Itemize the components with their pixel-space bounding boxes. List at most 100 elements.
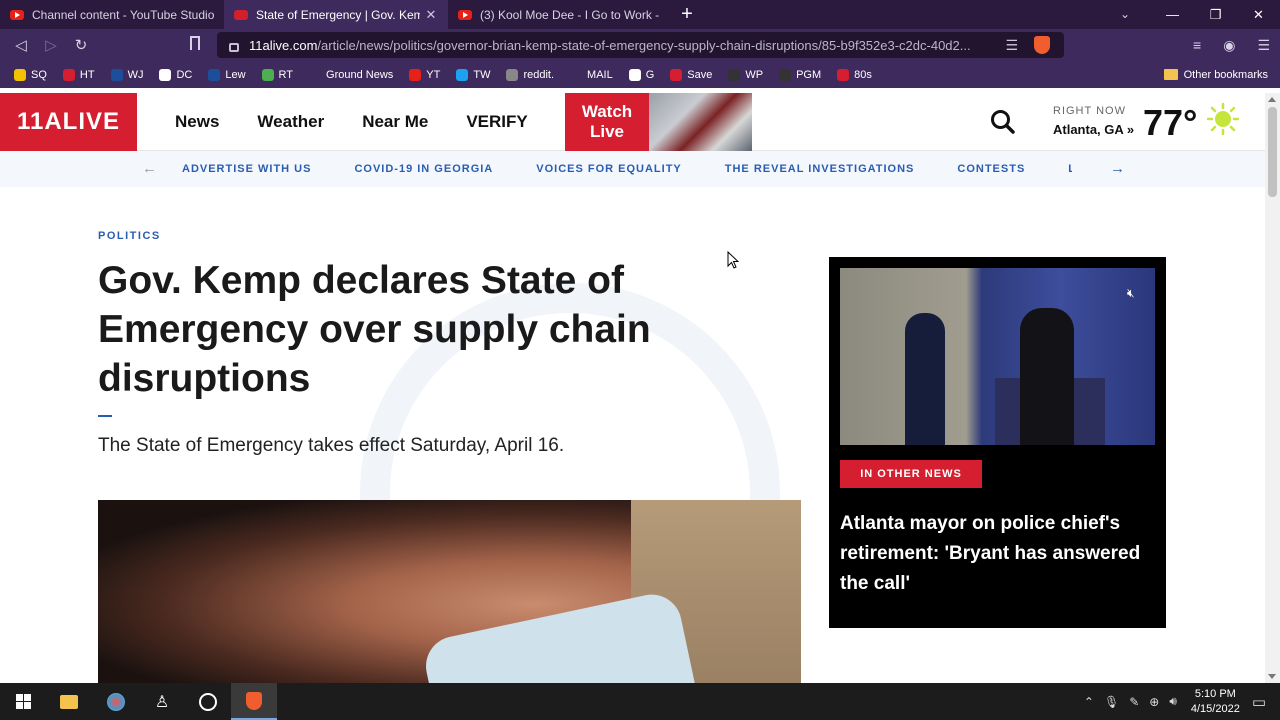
- url-path: /article/news/politics/governor-brian-ke…: [317, 37, 971, 53]
- bookmark-item[interactable]: WP: [728, 68, 763, 81]
- minimize-icon[interactable]: —: [1151, 0, 1194, 29]
- tab-youtube-studio[interactable]: Channel content - YouTube Studio: [0, 0, 224, 29]
- other-news-title[interactable]: Atlanta mayor on police chief's retireme…: [840, 509, 1160, 599]
- nav-news[interactable]: News: [175, 112, 219, 132]
- new-tab-button[interactable]: +: [672, 0, 702, 29]
- tab-title: State of Emergency | Gov. Kemp: [256, 7, 420, 22]
- menu-icon[interactable]: ☰: [1257, 37, 1270, 54]
- network-icon[interactable]: ⊕: [1149, 695, 1159, 709]
- other-news-card[interactable]: 🔇︎ IN OTHER NEWS Atlanta mayor on police…: [829, 257, 1166, 628]
- bookmark-label: Ground News: [326, 68, 394, 81]
- tab-state-of-emergency[interactable]: State of Emergency | Gov. Kemp ✕: [224, 0, 448, 29]
- address-bar[interactable]: 11alive.com /article/news/politics/gover…: [217, 32, 1064, 58]
- bookmark-label: TW: [473, 68, 491, 81]
- tab-kool-moe-dee[interactable]: (3) Kool Moe Dee - I Go to Work - You: [448, 0, 672, 29]
- taskbar-file-explorer[interactable]: [46, 683, 92, 720]
- chevron-up-icon[interactable]: ⌃: [1084, 695, 1094, 709]
- taskbar-obs[interactable]: [185, 683, 231, 720]
- bookmark-favicon-icon: [14, 68, 26, 81]
- weather-widget[interactable]: RIGHT NOW Atlanta, GA »: [1053, 105, 1134, 137]
- site-header: 11ALIVE News Weather Near Me VERIFY Watc…: [0, 93, 1265, 151]
- bookmark-item[interactable]: G: [628, 68, 654, 81]
- playlist-icon[interactable]: ≡: [1193, 37, 1201, 53]
- nav-weather[interactable]: Weather: [257, 112, 324, 132]
- bookmark-favicon-icon: [728, 68, 741, 81]
- article-category[interactable]: POLITICS: [98, 230, 161, 242]
- tab-search-icon[interactable]: ⌄: [1120, 0, 1130, 29]
- bookmark-item[interactable]: DC: [159, 68, 192, 81]
- sub-nav-item[interactable]: VOICES FOR EQUALITY: [536, 163, 682, 175]
- bookmark-item[interactable]: HT: [62, 68, 95, 81]
- bookmark-label: MAIL: [587, 68, 613, 81]
- bookmark-item[interactable]: PGM: [779, 68, 821, 81]
- nav-near-me[interactable]: Near Me: [362, 112, 428, 132]
- start-button[interactable]: [0, 683, 46, 720]
- notification-icon[interactable]: ▭: [1252, 693, 1266, 711]
- search-icon[interactable]: [990, 109, 1016, 135]
- reader-mode-icon[interactable]: ☰: [1005, 37, 1018, 54]
- bookmark-item[interactable]: Save: [670, 68, 712, 81]
- sub-nav-item[interactable]: CONTESTS: [957, 163, 1025, 175]
- clock-date: 4/15/2022: [1190, 702, 1240, 715]
- toolbar-right: ≡ ◉ ☰: [1193, 29, 1270, 61]
- bookmark-label: 80s: [854, 68, 872, 81]
- microphone-icon[interactable]: 🎙︎: [1104, 695, 1119, 709]
- page-scrollbar[interactable]: [1265, 93, 1280, 683]
- volume-icon[interactable]: 🔊︎: [1169, 694, 1177, 709]
- system-tray: ⌃ 🎙︎ ✎ ⊕ 🔊︎ 5:10 PM 4/15/2022 ▭: [1084, 683, 1280, 720]
- bookmark-favicon-icon: [110, 68, 123, 81]
- clock[interactable]: 5:10 PM 4/15/2022: [1191, 687, 1240, 717]
- bookmark-item[interactable]: Ground News: [309, 68, 394, 81]
- bookmark-item[interactable]: MAIL: [570, 68, 613, 81]
- sub-nav-item[interactable]: THE REVEAL INVESTIGATIONS: [725, 163, 915, 175]
- bookmark-favicon-icon: [261, 68, 274, 81]
- taskbar-app[interactable]: ♙: [139, 683, 185, 720]
- mute-icon[interactable]: 🔇︎: [1127, 286, 1135, 301]
- windows-icon: [15, 694, 31, 709]
- mouse-cursor-icon: [727, 251, 739, 269]
- bookmark-label: Lew: [225, 68, 246, 81]
- site-logo[interactable]: 11ALIVE: [0, 93, 137, 151]
- watch-live-button[interactable]: Watch Live: [565, 93, 752, 151]
- sub-nav-item[interactable]: ADVERTISE WITH US: [182, 163, 311, 175]
- article-photo: [98, 500, 801, 683]
- other-bookmarks[interactable]: Other bookmarks: [1163, 69, 1268, 81]
- sub-nav-item[interactable]: LEARNI: [1068, 163, 1072, 175]
- back-icon[interactable]: ◁: [6, 36, 36, 54]
- profile-icon[interactable]: ◉: [1223, 37, 1235, 54]
- arrow-left-icon[interactable]: ←: [142, 160, 157, 177]
- bookmark-item[interactable]: YT: [409, 68, 440, 81]
- bookmark-icon[interactable]: [190, 36, 200, 50]
- nav-verify[interactable]: VERIFY: [466, 112, 527, 132]
- taskbar-brave[interactable]: [231, 683, 277, 720]
- bookmark-label: RT: [278, 68, 294, 81]
- close-tab-icon[interactable]: ✕: [424, 7, 438, 23]
- bookmark-favicon-icon: [409, 68, 422, 81]
- folder-icon: [1163, 69, 1178, 80]
- taskbar-app[interactable]: [93, 683, 139, 720]
- pen-icon[interactable]: ✎: [1129, 695, 1139, 709]
- sub-nav-item[interactable]: COVID-19 IN GEORGIA: [354, 163, 493, 175]
- bookmark-item[interactable]: 80s: [837, 68, 872, 81]
- bookmark-item[interactable]: SQ: [14, 68, 47, 81]
- bookmark-item[interactable]: WJ: [110, 68, 143, 81]
- arrow-right-icon[interactable]: →: [1110, 160, 1125, 177]
- reload-icon[interactable]: ↻: [66, 36, 96, 54]
- bookmark-item[interactable]: RT: [261, 68, 294, 81]
- scrollbar-thumb[interactable]: [1268, 107, 1277, 197]
- bookmark-item[interactable]: reddit.: [506, 68, 554, 81]
- forward-icon[interactable]: ▷: [36, 36, 66, 54]
- tab-title: Channel content - YouTube Studio: [32, 7, 214, 22]
- video-player[interactable]: 🔇︎: [840, 268, 1155, 445]
- close-window-icon[interactable]: ✕: [1237, 0, 1280, 29]
- brave-shield-icon[interactable]: [1034, 36, 1050, 54]
- window-controls: — ❐ ✕: [1151, 0, 1280, 29]
- tab-title: (3) Kool Moe Dee - I Go to Work - You: [480, 7, 662, 22]
- restore-icon[interactable]: ❐: [1194, 0, 1237, 29]
- bookmark-favicon-icon: [159, 68, 172, 81]
- lock-icon: [229, 42, 239, 52]
- bookmark-item[interactable]: Lew: [208, 68, 246, 81]
- sub-nav: ← ADVERTISE WITH US COVID-19 IN GEORGIA VO…: [0, 151, 1265, 187]
- bookmark-item[interactable]: TW: [456, 68, 491, 81]
- divider: [98, 415, 112, 417]
